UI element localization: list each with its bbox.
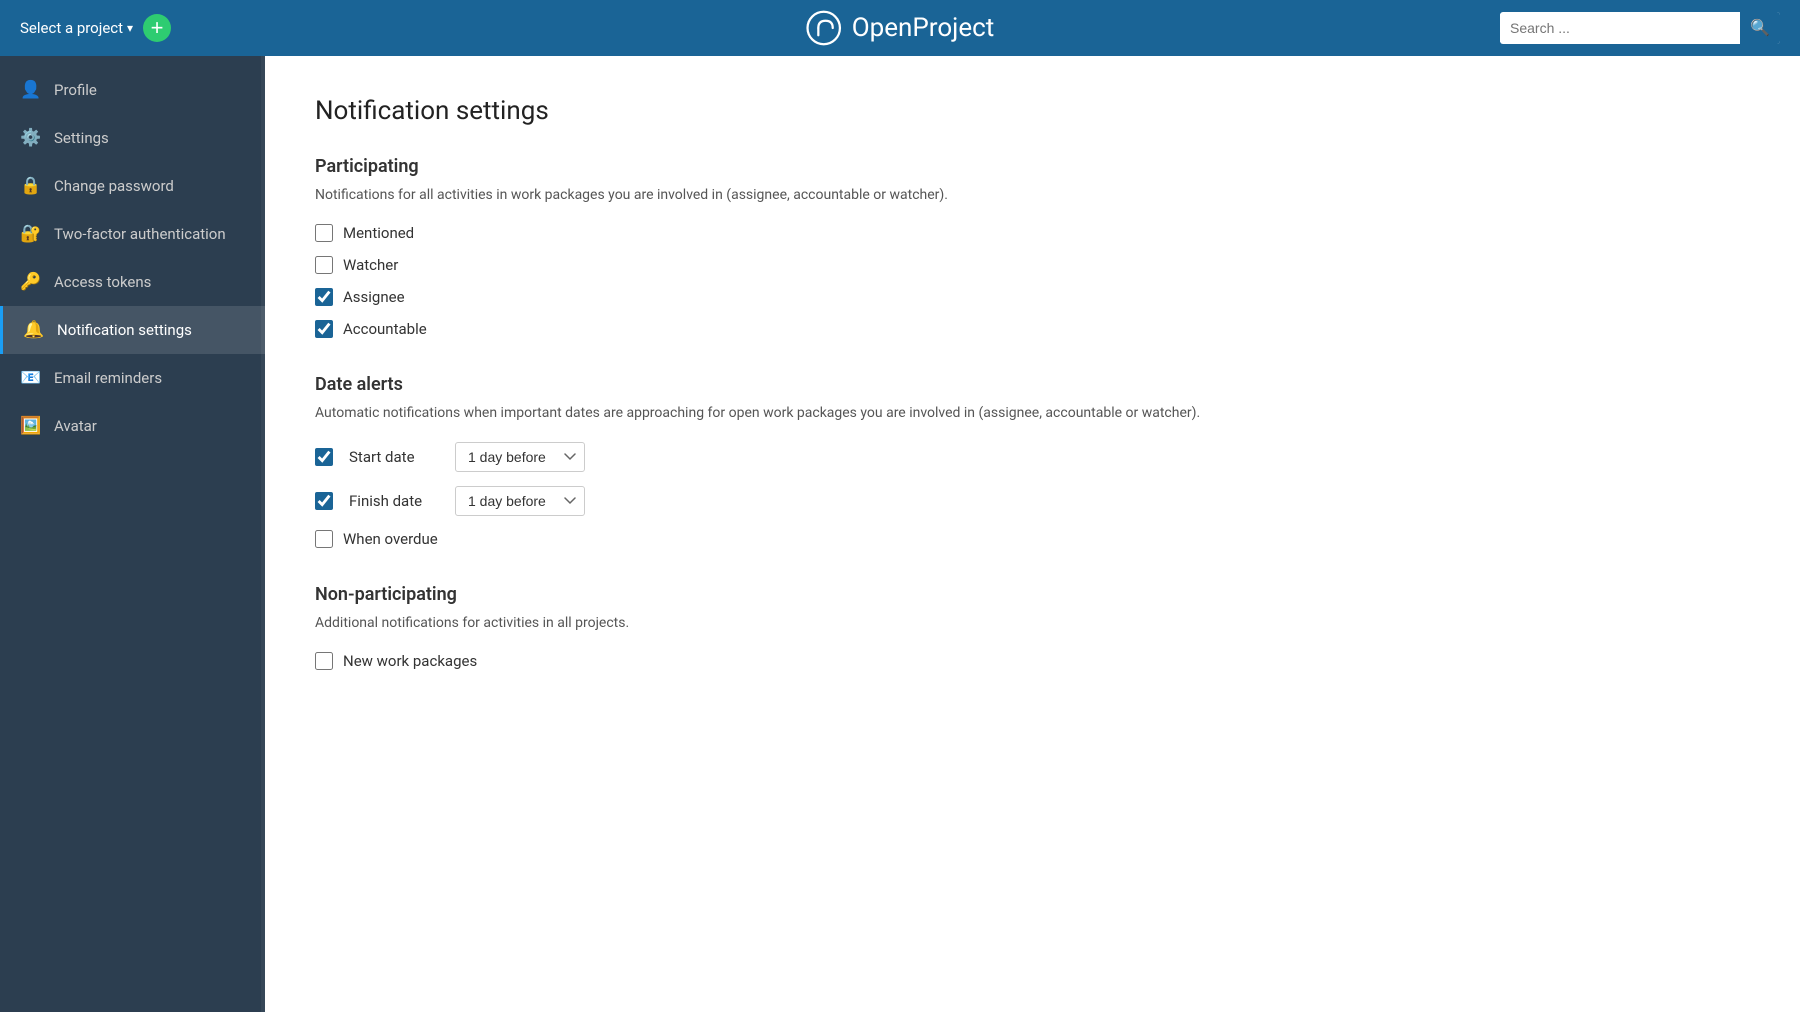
new-work-packages-row: New work packages bbox=[315, 652, 1750, 670]
watcher-label: Watcher bbox=[343, 256, 398, 274]
change-password-icon: 🔒 bbox=[20, 176, 42, 196]
participating-description: Notifications for all activities in work… bbox=[315, 185, 1750, 206]
sidebar-item-notification-settings[interactable]: 🔔 Notification settings bbox=[0, 306, 265, 354]
watcher-checkbox[interactable] bbox=[315, 256, 333, 274]
sidebar: 👤 Profile ⚙️ Settings 🔒 Change password … bbox=[0, 56, 265, 1012]
start-date-row: Start date 1 day before2 days before3 da… bbox=[315, 442, 1750, 472]
search-button[interactable]: 🔍 bbox=[1740, 12, 1780, 44]
new-work-packages-label: New work packages bbox=[343, 652, 477, 670]
page-title: Notification settings bbox=[315, 96, 1750, 126]
non-participating-section: Non-participating Additional notificatio… bbox=[315, 584, 1750, 670]
main-content: Notification settings Participating Noti… bbox=[265, 56, 1800, 1012]
layout: 👤 Profile ⚙️ Settings 🔒 Change password … bbox=[0, 56, 1800, 1012]
sidebar-item-two-factor[interactable]: 🔐 Two-factor authentication bbox=[0, 210, 265, 258]
sidebar-item-email-reminders[interactable]: 📧 Email reminders bbox=[0, 354, 265, 402]
project-selector-label: Select a project bbox=[20, 19, 123, 37]
watcher-row: Watcher bbox=[315, 256, 1750, 274]
sidebar-label-notification-settings: Notification settings bbox=[57, 321, 192, 339]
sidebar-item-avatar[interactable]: 🖼️ Avatar bbox=[0, 402, 265, 450]
assignee-checkbox[interactable] bbox=[315, 288, 333, 306]
profile-icon: 👤 bbox=[20, 80, 42, 100]
app-header: Select a project ▾ + OpenProject 🔍 bbox=[0, 0, 1800, 56]
when-overdue-checkbox[interactable] bbox=[315, 530, 333, 548]
participating-section: Participating Notifications for all acti… bbox=[315, 156, 1750, 338]
access-tokens-icon: 🔑 bbox=[20, 272, 42, 292]
finish-date-row: Finish date 1 day before2 days before3 d… bbox=[315, 486, 1750, 516]
search-box: 🔍 bbox=[1500, 12, 1780, 44]
search-icon: 🔍 bbox=[1750, 18, 1770, 38]
mentioned-row: Mentioned bbox=[315, 224, 1750, 242]
assignee-row: Assignee bbox=[315, 288, 1750, 306]
notification-settings-icon: 🔔 bbox=[23, 320, 45, 340]
date-alerts-title: Date alerts bbox=[315, 374, 1750, 395]
sidebar-label-change-password: Change password bbox=[54, 177, 174, 195]
sidebar-item-profile[interactable]: 👤 Profile bbox=[0, 66, 265, 114]
sidebar-label-profile: Profile bbox=[54, 81, 97, 99]
add-project-button[interactable]: + bbox=[143, 14, 171, 42]
participating-title: Participating bbox=[315, 156, 1750, 177]
sidebar-label-two-factor: Two-factor authentication bbox=[54, 225, 226, 243]
sidebar-label-email-reminders: Email reminders bbox=[54, 369, 162, 387]
non-participating-title: Non-participating bbox=[315, 584, 1750, 605]
email-reminders-icon: 📧 bbox=[20, 368, 42, 388]
two-factor-icon: 🔐 bbox=[20, 224, 42, 244]
sidebar-label-access-tokens: Access tokens bbox=[54, 273, 151, 291]
mentioned-label: Mentioned bbox=[343, 224, 414, 242]
sidebar-label-avatar: Avatar bbox=[54, 417, 97, 435]
sidebar-item-access-tokens[interactable]: 🔑 Access tokens bbox=[0, 258, 265, 306]
sidebar-item-settings[interactable]: ⚙️ Settings bbox=[0, 114, 265, 162]
logo-icon bbox=[806, 10, 842, 46]
accountable-row: Accountable bbox=[315, 320, 1750, 338]
avatar-icon: 🖼️ bbox=[20, 416, 42, 436]
when-overdue-label: When overdue bbox=[343, 530, 438, 548]
date-alerts-section: Date alerts Automatic notifications when… bbox=[315, 374, 1750, 548]
search-input[interactable] bbox=[1500, 14, 1740, 42]
sidebar-resizer[interactable] bbox=[261, 56, 265, 1012]
finish-date-label: Finish date bbox=[349, 492, 439, 510]
logo-text: OpenProject bbox=[852, 13, 995, 43]
finish-date-checkbox[interactable] bbox=[315, 492, 333, 510]
mentioned-checkbox[interactable] bbox=[315, 224, 333, 242]
accountable-checkbox[interactable] bbox=[315, 320, 333, 338]
new-work-packages-checkbox[interactable] bbox=[315, 652, 333, 670]
start-date-label: Start date bbox=[349, 448, 439, 466]
header-left: Select a project ▾ + bbox=[20, 14, 171, 42]
sidebar-item-change-password[interactable]: 🔒 Change password bbox=[0, 162, 265, 210]
assignee-label: Assignee bbox=[343, 288, 405, 306]
non-participating-description: Additional notifications for activities … bbox=[315, 613, 1750, 634]
when-overdue-row: When overdue bbox=[315, 530, 1750, 548]
project-selector[interactable]: Select a project ▾ bbox=[20, 19, 133, 37]
start-date-checkbox[interactable] bbox=[315, 448, 333, 466]
finish-date-dropdown[interactable]: 1 day before2 days before3 days before1 … bbox=[455, 486, 585, 516]
chevron-down-icon: ▾ bbox=[127, 21, 133, 35]
app-logo: OpenProject bbox=[806, 10, 995, 46]
accountable-label: Accountable bbox=[343, 320, 427, 338]
sidebar-label-settings: Settings bbox=[54, 129, 109, 147]
settings-icon: ⚙️ bbox=[20, 128, 42, 148]
date-alerts-description: Automatic notifications when important d… bbox=[315, 403, 1750, 424]
start-date-dropdown[interactable]: 1 day before2 days before3 days before1 … bbox=[455, 442, 585, 472]
